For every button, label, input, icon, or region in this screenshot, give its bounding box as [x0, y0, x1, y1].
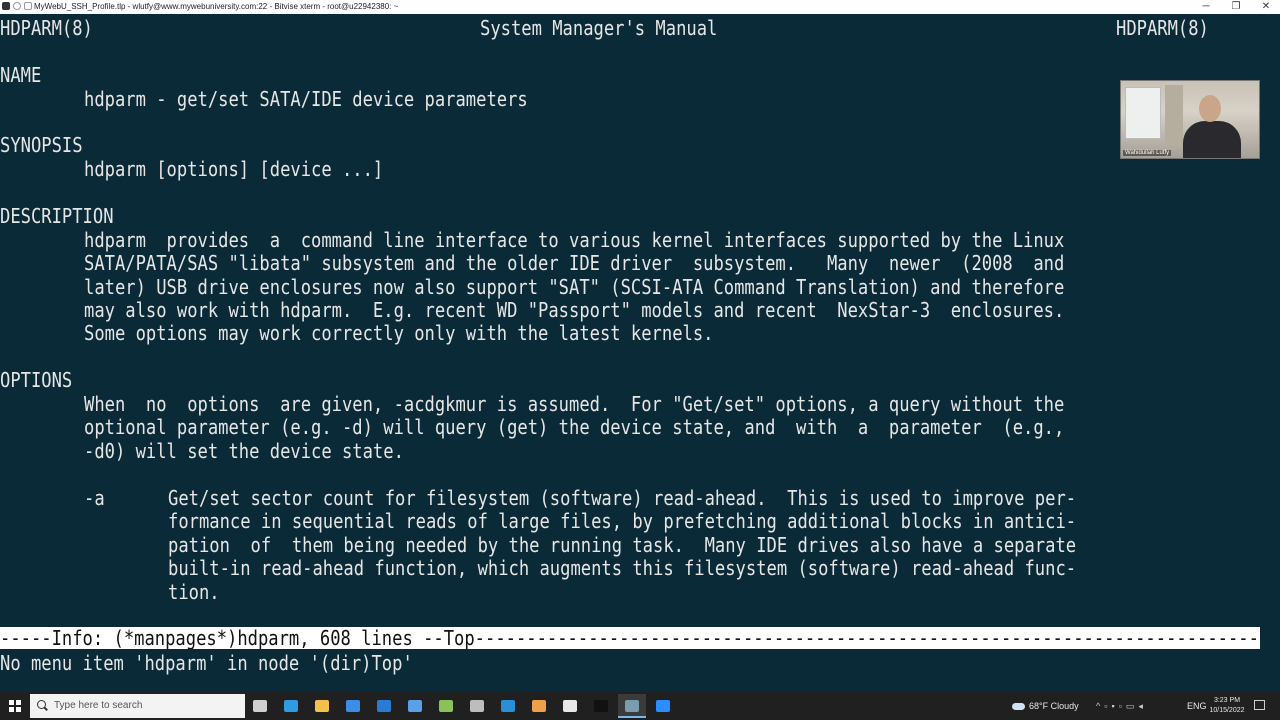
emacs-modeline: -----Info: (*manpages*)hdparm, 608 lines…: [0, 627, 1260, 649]
speaker-icon[interactable]: ◂: [1138, 701, 1147, 711]
weather-widget[interactable]: 68°F Cloudy: [1012, 692, 1079, 720]
windows-taskbar: Type here to search 68°F Cloudy ^▫▪▫▭◂ E…: [0, 692, 1280, 720]
option-a-line: Get/set sector count for filesystem (sof…: [168, 486, 1077, 510]
taskbar-button[interactable]: [308, 694, 336, 718]
name-heading: NAME: [0, 63, 42, 87]
name-text: hdparm - get/set SATA/IDE device paramet…: [84, 87, 528, 111]
window-titlebar: MyWebU_SSH_Profile.tlp - wlutfy@www.mywe…: [0, 0, 1280, 14]
system-tray-icons[interactable]: ^▫▪▫▭◂: [1096, 692, 1147, 720]
taskbar-button[interactable]: [649, 694, 677, 718]
taskbar-button[interactable]: [618, 694, 646, 718]
weather-text: 68°F Cloudy: [1029, 701, 1079, 711]
zoom-icon: [656, 700, 670, 712]
webcam-person-body: [1183, 121, 1241, 158]
bitvise-icon: [625, 700, 639, 712]
option-a-line: formance in sequential reads of large fi…: [168, 509, 1077, 533]
taskbar-button[interactable]: [277, 694, 305, 718]
man-header-right: HDPARM(8): [1116, 16, 1209, 40]
tray-app-icon[interactable]: ▪: [1111, 701, 1118, 711]
notepad-icon: [563, 700, 577, 712]
clock[interactable]: 3:23 PM 10/15/2022: [1205, 696, 1249, 716]
options-line: When no options are given, -acdgkmur is …: [84, 392, 1065, 416]
store-icon: [346, 700, 360, 712]
clock-date: 10/15/2022: [1209, 707, 1245, 714]
task-view-icon: [253, 700, 267, 712]
taskbar-button[interactable]: [494, 694, 522, 718]
options-line: optional parameter (e.g. -d) will query …: [84, 415, 1065, 439]
options-line: -d0) will set the device state.: [84, 439, 404, 463]
synopsis-text: hdparm [options] [device ...]: [84, 157, 384, 181]
option-a-line: built-in read-ahead function, which augm…: [168, 556, 1077, 580]
taskbar-button[interactable]: [432, 694, 460, 718]
profile-icon[interactable]: [24, 2, 32, 10]
search-placeholder: Type here to search: [54, 700, 143, 711]
description-line: later) USB drive enclosures now also sup…: [84, 275, 1065, 299]
taskbar-button[interactable]: [463, 694, 491, 718]
taskbar-button[interactable]: [339, 694, 367, 718]
taskbar-button[interactable]: [246, 694, 274, 718]
document-icon: [532, 700, 546, 712]
webcam-background-window: [1125, 87, 1161, 139]
terminal-icon: [594, 700, 608, 712]
taskbar-button[interactable]: [401, 694, 429, 718]
search-icon: [37, 700, 46, 709]
file-explorer-icon: [315, 700, 329, 712]
terminal-view[interactable]: HDPARM(8) System Manager's Manual HDPARM…: [0, 14, 1268, 692]
description-line: Some options may work correctly only wit…: [84, 321, 714, 345]
start-button[interactable]: [0, 692, 30, 720]
minimize-button[interactable]: ─: [1191, 0, 1221, 14]
chevron-up-icon[interactable]: ^: [1096, 701, 1104, 711]
description-line: SATA/PATA/SAS "libata" subsystem and the…: [84, 251, 1065, 275]
notification-icon[interactable]: [1254, 700, 1265, 710]
settings-icon[interactable]: [13, 2, 21, 10]
webcam-background-shelf: [1165, 85, 1183, 145]
clock-time: 3:23 PM: [1213, 697, 1241, 704]
description-line: may also work with hdparm. E.g. recent W…: [84, 298, 1065, 322]
taskbar-button[interactable]: [556, 694, 584, 718]
maximize-button[interactable]: ❐: [1221, 0, 1251, 14]
language-indicator[interactable]: ENG: [1187, 692, 1207, 720]
taskbar-button[interactable]: [587, 694, 615, 718]
cube-icon: [470, 700, 484, 712]
options-heading: OPTIONS: [0, 368, 73, 392]
edge-icon: [284, 700, 298, 712]
tray-app-icon[interactable]: ▫: [1119, 701, 1126, 711]
taskbar-button[interactable]: [370, 694, 398, 718]
taskbar-button[interactable]: [525, 694, 553, 718]
option-a-line: pation of them being needed by the runni…: [168, 533, 1077, 557]
taskbar-search-box[interactable]: Type here to search: [30, 694, 245, 718]
man-header-left: HDPARM(8): [0, 16, 93, 40]
description-heading: DESCRIPTION: [0, 204, 114, 228]
webcam-overlay: Wahidullah Lutfy: [1120, 80, 1260, 159]
network-icon: [408, 700, 422, 712]
echo-area: No menu item 'hdparm' in node '(dir)Top': [0, 651, 413, 675]
notepadplus-icon: [439, 700, 453, 712]
description-line: hdparm provides a command line interface…: [84, 228, 1065, 252]
option-a-flag: -a: [84, 486, 105, 510]
modeline-text: -----Info: (*manpages*)hdparm, 608 lines…: [0, 627, 1260, 649]
synopsis-heading: SYNOPSIS: [0, 133, 83, 157]
app-icon[interactable]: [2, 2, 10, 10]
option-a-line: tion.: [168, 580, 220, 604]
webcam-name-label: Wahidullah Lutfy: [1123, 150, 1172, 156]
webcam-person-head: [1199, 95, 1221, 122]
vscode-icon: [501, 700, 515, 712]
mail-icon: [377, 700, 391, 712]
window-title: MyWebU_SSH_Profile.tlp - wlutfy@www.mywe…: [34, 2, 399, 11]
close-button[interactable]: ✕: [1251, 0, 1280, 14]
cloud-icon: [1012, 703, 1025, 711]
windows-logo-icon: [9, 700, 21, 712]
man-header-center: System Manager's Manual: [480, 16, 718, 40]
titlebar-app-icons: [2, 2, 32, 10]
terminal-scrollbar[interactable]: [1268, 14, 1280, 692]
network-tray-icon[interactable]: ▭: [1126, 701, 1139, 711]
